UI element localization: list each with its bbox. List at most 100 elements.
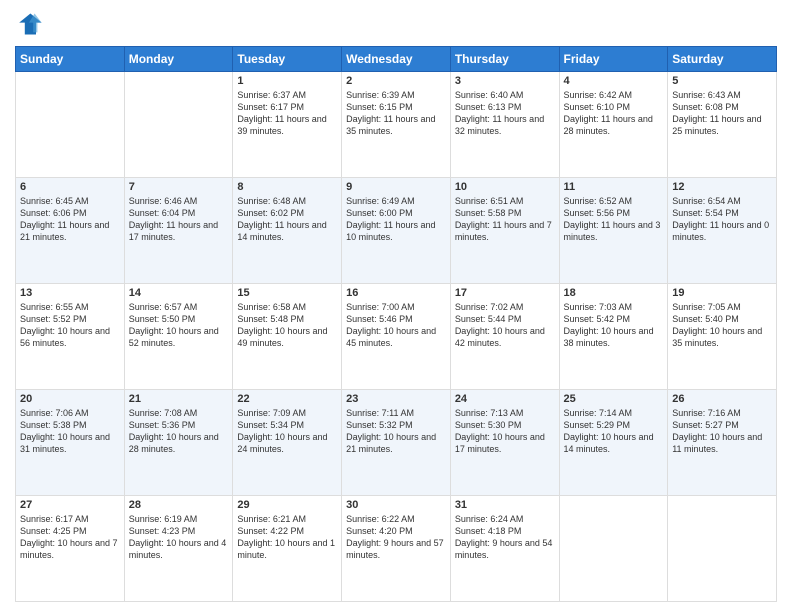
day-cell: 16 Sunrise: 7:00 AM Sunset: 5:46 PM Dayli…	[342, 284, 451, 390]
cell-content: Sunrise: 7:09 AM Sunset: 5:34 PM Dayligh…	[237, 407, 337, 456]
cell-content: Sunrise: 6:52 AM Sunset: 5:56 PM Dayligh…	[564, 195, 664, 244]
week-row-1: 1Sunrise: 6:37 AM Sunset: 6:17 PM Daylig…	[16, 72, 777, 178]
day-number: 27	[20, 499, 120, 511]
day-cell: 23 Sunrise: 7:11 AM Sunset: 5:32 PM Dayli…	[342, 390, 451, 496]
day-cell: 31Sunrise: 6:24 AM Sunset: 4:18 PM Dayli…	[450, 496, 559, 602]
day-cell: 11 Sunrise: 6:52 AM Sunset: 5:56 PM Dayli…	[559, 178, 668, 284]
cell-content: Sunrise: 6:48 AM Sunset: 6:02 PM Dayligh…	[237, 195, 337, 244]
cell-content: Sunrise: 7:05 AM Sunset: 5:40 PM Dayligh…	[672, 301, 772, 350]
day-cell	[668, 496, 777, 602]
day-number: 7	[129, 181, 229, 193]
day-number: 23	[346, 393, 446, 405]
week-row-3: 13 Sunrise: 6:55 AM Sunset: 5:52 PM Dayli…	[16, 284, 777, 390]
cell-content: Sunrise: 6:40 AM Sunset: 6:13 PM Dayligh…	[455, 89, 555, 138]
cell-content: Sunrise: 7:14 AM Sunset: 5:29 PM Dayligh…	[564, 407, 664, 456]
day-cell: 1Sunrise: 6:37 AM Sunset: 6:17 PM Daylig…	[233, 72, 342, 178]
logo	[15, 10, 47, 38]
day-header-thursday: Thursday	[450, 47, 559, 72]
day-cell: 6 Sunrise: 6:45 AM Sunset: 6:06 PM Daylig…	[16, 178, 125, 284]
cell-content: Sunrise: 6:58 AM Sunset: 5:48 PM Dayligh…	[237, 301, 337, 350]
day-number: 9	[346, 181, 446, 193]
day-cell: 2Sunrise: 6:39 AM Sunset: 6:15 PM Daylig…	[342, 72, 451, 178]
day-number: 19	[672, 287, 772, 299]
cell-content: Sunrise: 6:42 AM Sunset: 6:10 PM Dayligh…	[564, 89, 664, 138]
day-number: 26	[672, 393, 772, 405]
cell-content: Sunrise: 6:55 AM Sunset: 5:52 PM Dayligh…	[20, 301, 120, 350]
day-header-friday: Friday	[559, 47, 668, 72]
day-cell: 22 Sunrise: 7:09 AM Sunset: 5:34 PM Dayli…	[233, 390, 342, 496]
day-number: 22	[237, 393, 337, 405]
cell-content: Sunrise: 6:19 AM Sunset: 4:23 PM Dayligh…	[129, 513, 229, 562]
day-cell: 14 Sunrise: 6:57 AM Sunset: 5:50 PM Dayli…	[124, 284, 233, 390]
day-header-tuesday: Tuesday	[233, 47, 342, 72]
day-number: 24	[455, 393, 555, 405]
cell-content: Sunrise: 7:06 AM Sunset: 5:38 PM Dayligh…	[20, 407, 120, 456]
day-cell: 19 Sunrise: 7:05 AM Sunset: 5:40 PM Dayli…	[668, 284, 777, 390]
day-header-wednesday: Wednesday	[342, 47, 451, 72]
cell-content: Sunrise: 6:37 AM Sunset: 6:17 PM Dayligh…	[237, 89, 337, 138]
cell-content: Sunrise: 6:45 AM Sunset: 6:06 PM Dayligh…	[20, 195, 120, 244]
day-number: 29	[237, 499, 337, 511]
day-number: 11	[564, 181, 664, 193]
cell-content: Sunrise: 7:08 AM Sunset: 5:36 PM Dayligh…	[129, 407, 229, 456]
cell-content: Sunrise: 7:11 AM Sunset: 5:32 PM Dayligh…	[346, 407, 446, 456]
day-number: 28	[129, 499, 229, 511]
day-cell: 26 Sunrise: 7:16 AM Sunset: 5:27 PM Dayli…	[668, 390, 777, 496]
cell-content: Sunrise: 6:51 AM Sunset: 5:58 PM Dayligh…	[455, 195, 555, 244]
day-cell	[16, 72, 125, 178]
day-cell: 7 Sunrise: 6:46 AM Sunset: 6:04 PM Daylig…	[124, 178, 233, 284]
cell-content: Sunrise: 6:54 AM Sunset: 5:54 PM Dayligh…	[672, 195, 772, 244]
logo-icon	[15, 10, 43, 38]
day-number: 13	[20, 287, 120, 299]
day-cell: 30Sunrise: 6:22 AM Sunset: 4:20 PM Dayli…	[342, 496, 451, 602]
cell-content: Sunrise: 7:00 AM Sunset: 5:46 PM Dayligh…	[346, 301, 446, 350]
day-cell: 29 Sunrise: 6:21 AM Sunset: 4:22 PM Dayli…	[233, 496, 342, 602]
day-cell: 9 Sunrise: 6:49 AM Sunset: 6:00 PM Daylig…	[342, 178, 451, 284]
day-cell: 21 Sunrise: 7:08 AM Sunset: 5:36 PM Dayli…	[124, 390, 233, 496]
day-number: 16	[346, 287, 446, 299]
cell-content: Sunrise: 6:22 AM Sunset: 4:20 PM Dayligh…	[346, 513, 446, 562]
header-row: SundayMondayTuesdayWednesdayThursdayFrid…	[16, 47, 777, 72]
day-number: 6	[20, 181, 120, 193]
cell-content: Sunrise: 6:57 AM Sunset: 5:50 PM Dayligh…	[129, 301, 229, 350]
calendar-table: SundayMondayTuesdayWednesdayThursdayFrid…	[15, 46, 777, 602]
day-header-saturday: Saturday	[668, 47, 777, 72]
day-number: 12	[672, 181, 772, 193]
day-number: 20	[20, 393, 120, 405]
day-cell: 5Sunrise: 6:43 AM Sunset: 6:08 PM Daylig…	[668, 72, 777, 178]
day-number: 10	[455, 181, 555, 193]
day-number: 17	[455, 287, 555, 299]
day-cell: 27 Sunrise: 6:17 AM Sunset: 4:25 PM Dayli…	[16, 496, 125, 602]
day-cell: 20 Sunrise: 7:06 AM Sunset: 5:38 PM Dayli…	[16, 390, 125, 496]
day-cell: 15Sunrise: 6:58 AM Sunset: 5:48 PM Dayli…	[233, 284, 342, 390]
cell-content: Sunrise: 7:13 AM Sunset: 5:30 PM Dayligh…	[455, 407, 555, 456]
day-cell: 18Sunrise: 7:03 AM Sunset: 5:42 PM Dayli…	[559, 284, 668, 390]
cell-content: Sunrise: 6:49 AM Sunset: 6:00 PM Dayligh…	[346, 195, 446, 244]
week-row-5: 27 Sunrise: 6:17 AM Sunset: 4:25 PM Dayli…	[16, 496, 777, 602]
day-cell: 4Sunrise: 6:42 AM Sunset: 6:10 PM Daylig…	[559, 72, 668, 178]
cell-content: Sunrise: 6:21 AM Sunset: 4:22 PM Dayligh…	[237, 513, 337, 562]
day-cell: 13 Sunrise: 6:55 AM Sunset: 5:52 PM Dayli…	[16, 284, 125, 390]
day-number: 2	[346, 75, 446, 87]
cell-content: Sunrise: 6:17 AM Sunset: 4:25 PM Dayligh…	[20, 513, 120, 562]
cell-content: Sunrise: 6:43 AM Sunset: 6:08 PM Dayligh…	[672, 89, 772, 138]
week-row-4: 20 Sunrise: 7:06 AM Sunset: 5:38 PM Dayli…	[16, 390, 777, 496]
day-number: 14	[129, 287, 229, 299]
day-number: 21	[129, 393, 229, 405]
day-header-monday: Monday	[124, 47, 233, 72]
header	[15, 10, 777, 38]
cell-content: Sunrise: 6:46 AM Sunset: 6:04 PM Dayligh…	[129, 195, 229, 244]
day-cell: 24 Sunrise: 7:13 AM Sunset: 5:30 PM Dayli…	[450, 390, 559, 496]
day-header-sunday: Sunday	[16, 47, 125, 72]
day-cell: 17 Sunrise: 7:02 AM Sunset: 5:44 PM Dayli…	[450, 284, 559, 390]
cell-content: Sunrise: 7:03 AM Sunset: 5:42 PM Dayligh…	[564, 301, 664, 350]
day-cell: 28 Sunrise: 6:19 AM Sunset: 4:23 PM Dayli…	[124, 496, 233, 602]
week-row-2: 6 Sunrise: 6:45 AM Sunset: 6:06 PM Daylig…	[16, 178, 777, 284]
cell-content: Sunrise: 7:16 AM Sunset: 5:27 PM Dayligh…	[672, 407, 772, 456]
day-cell: 25 Sunrise: 7:14 AM Sunset: 5:29 PM Dayli…	[559, 390, 668, 496]
day-cell	[559, 496, 668, 602]
cell-content: Sunrise: 7:02 AM Sunset: 5:44 PM Dayligh…	[455, 301, 555, 350]
day-number: 25	[564, 393, 664, 405]
day-cell: 12 Sunrise: 6:54 AM Sunset: 5:54 PM Dayli…	[668, 178, 777, 284]
page: SundayMondayTuesdayWednesdayThursdayFrid…	[0, 0, 792, 612]
